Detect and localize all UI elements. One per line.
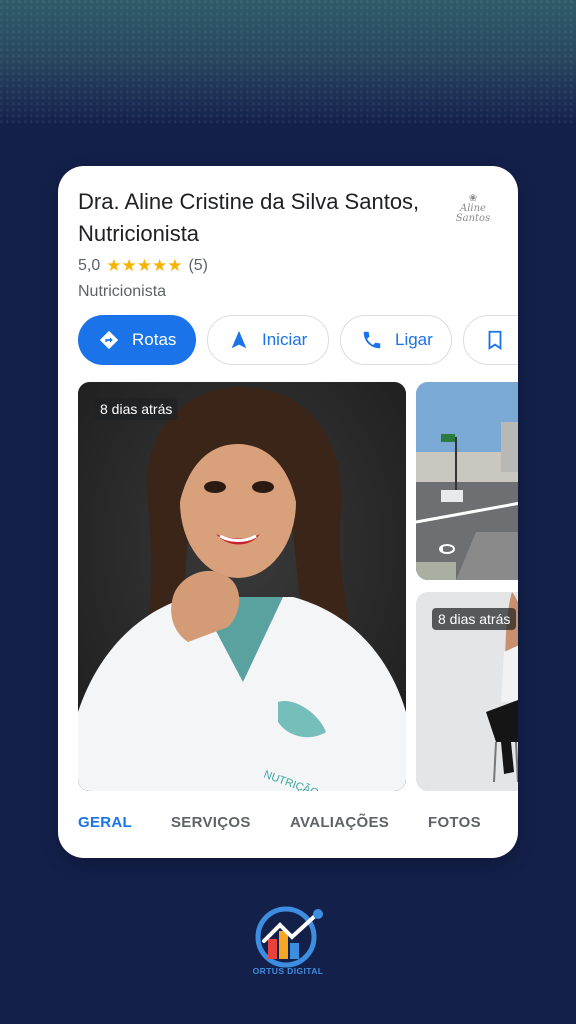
business-category: Nutricionista <box>78 283 167 300</box>
profile-photo[interactable]: NUTRIÇÃO 8 dias atrás <box>78 382 406 791</box>
business-profile-card: Dra. Aline Cristine da Silva Santos, Nut… <box>58 166 518 858</box>
directions-label: Rotas <box>132 330 177 349</box>
review-count[interactable]: (5) <box>188 257 208 275</box>
navigation-arrow-icon <box>228 329 250 351</box>
profile-tabs: GERAL SERVIÇOS AVALIAÇÕES FOTOS <box>58 814 518 844</box>
directions-icon <box>98 329 120 351</box>
secondary-photo[interactable]: 8 dias atrás <box>416 592 518 791</box>
logo-text: Aline Santos <box>455 203 491 224</box>
street-view-image <box>416 382 518 580</box>
start-label: Iniciar <box>262 330 308 349</box>
tab-photos[interactable]: FOTOS <box>428 814 481 831</box>
brand-name: ORTUS DIGITAL <box>252 966 324 976</box>
rating-row[interactable]: 5,0 ★★★★★ (5) <box>78 254 208 278</box>
business-name: Dra. Aline Cristine da Silva Santos, Nut… <box>78 189 420 246</box>
save-button[interactable]: S <box>463 315 518 365</box>
top-texture-background <box>0 0 576 125</box>
directions-button[interactable]: Rotas <box>78 315 196 365</box>
tab-services[interactable]: SERVIÇOS <box>171 814 251 831</box>
tab-reviews[interactable]: AVALIAÇÕES <box>290 814 389 831</box>
photo-date-badge: 8 dias atrás <box>432 608 517 630</box>
business-logo: ❀ Aline Santos <box>452 194 494 232</box>
photo-date-badge: 8 dias atrás <box>94 398 179 420</box>
start-navigation-button[interactable]: Iniciar <box>207 315 329 365</box>
street-view-photo[interactable] <box>416 382 518 580</box>
nutritionist-portrait-image: NUTRIÇÃO <box>78 382 406 791</box>
rating-value: 5,0 <box>78 257 101 274</box>
phone-icon <box>361 329 383 351</box>
action-chips: Rotas Iniciar Ligar S <box>78 315 518 367</box>
bookmark-icon <box>484 329 506 351</box>
rotate-360-icon <box>438 542 456 561</box>
star-rating-icon: ★★★★★ <box>106 256 183 275</box>
call-button[interactable]: Ligar <box>340 315 452 365</box>
tab-overview[interactable]: GERAL <box>78 814 132 831</box>
call-label: Ligar <box>395 330 433 349</box>
